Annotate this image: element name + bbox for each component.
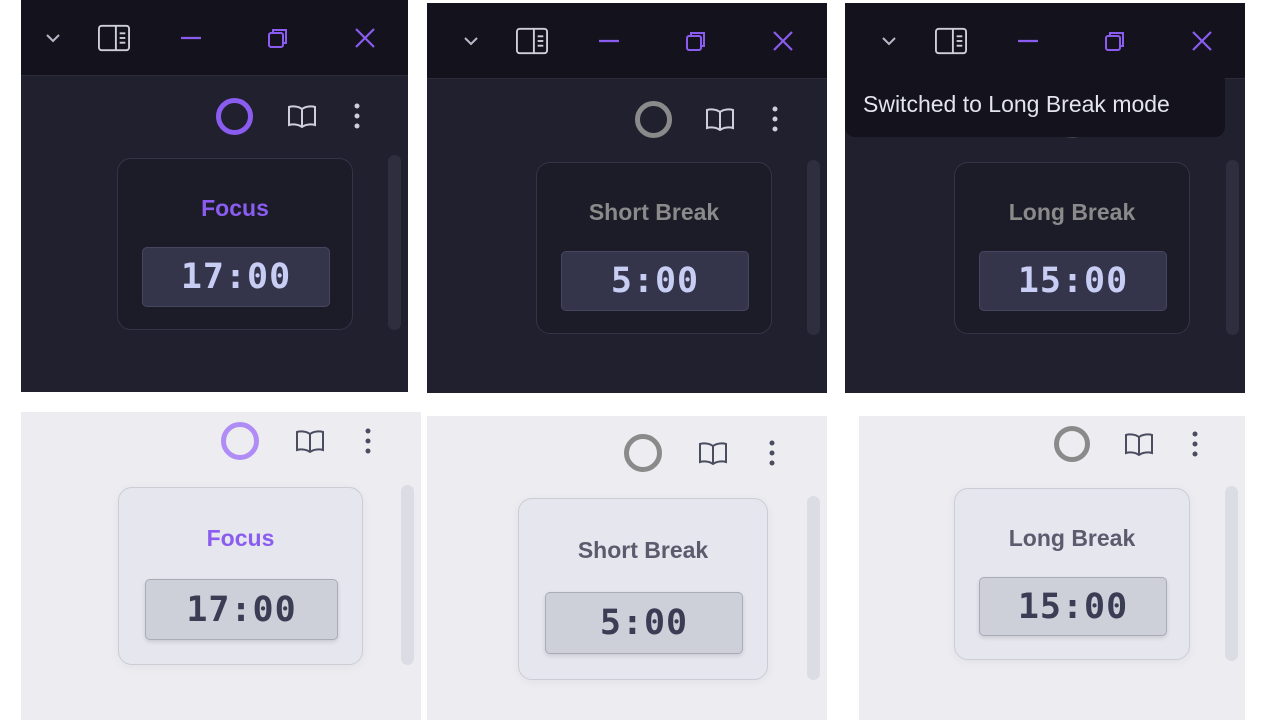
time-display[interactable]: 15:00: [979, 577, 1167, 636]
sidebar-toggle-icon[interactable]: [935, 25, 967, 57]
scrollbar[interactable]: [388, 155, 401, 330]
close-icon[interactable]: [349, 22, 381, 54]
restore-icon[interactable]: [1099, 25, 1131, 57]
chevron-down-icon[interactable]: [455, 25, 487, 57]
timer-card: Long Break 15:00: [954, 488, 1190, 660]
panel-dark-short-break: Short Break 5:00: [427, 3, 827, 393]
mode-label: Long Break: [1008, 525, 1136, 551]
mode-switch-toast: Switched to Long Break mode: [845, 71, 1225, 137]
title-bar: [21, 0, 408, 76]
title-bar: [845, 3, 1245, 79]
more-vertical-icon[interactable]: [752, 433, 792, 473]
chevron-down-icon[interactable]: [873, 25, 905, 57]
time-display[interactable]: 15:00: [979, 251, 1167, 311]
timer-card: Short Break 5:00: [536, 162, 772, 334]
minimize-icon[interactable]: [175, 22, 207, 54]
panel-light-focus: Focus 17:00: [21, 412, 421, 720]
mode-label: Focus: [206, 525, 275, 551]
panel-dark-long-break: Switched to Long Break mode Long Break 1…: [845, 3, 1245, 393]
panel-light-short-break: Short Break 5:00: [427, 416, 827, 720]
time-display[interactable]: 5:00: [545, 592, 743, 654]
sidebar-toggle-icon[interactable]: [516, 25, 548, 57]
minimize-icon[interactable]: [593, 25, 625, 57]
minimize-icon[interactable]: [1012, 25, 1044, 57]
mode-label: Long Break: [1008, 199, 1136, 225]
book-icon[interactable]: [700, 99, 740, 139]
book-icon[interactable]: [282, 96, 322, 136]
scrollbar[interactable]: [807, 496, 820, 680]
chevron-down-icon[interactable]: [37, 22, 69, 54]
restore-icon[interactable]: [262, 22, 294, 54]
book-icon[interactable]: [693, 433, 733, 473]
scrollbar[interactable]: [807, 160, 820, 335]
mode-label: Focus: [201, 195, 269, 221]
timer-card: Focus 17:00: [118, 487, 363, 665]
time-display[interactable]: 17:00: [142, 247, 330, 307]
more-vertical-icon[interactable]: [755, 99, 795, 139]
close-icon[interactable]: [1186, 25, 1218, 57]
scrollbar[interactable]: [1225, 486, 1238, 661]
title-bar: [427, 3, 827, 79]
more-vertical-icon[interactable]: [337, 96, 377, 136]
timer-ring-icon[interactable]: [220, 421, 260, 461]
more-vertical-icon[interactable]: [1175, 424, 1215, 464]
more-vertical-icon[interactable]: [348, 421, 388, 461]
scrollbar[interactable]: [1226, 160, 1239, 335]
timer-ring-icon[interactable]: [1052, 424, 1092, 464]
time-display[interactable]: 5:00: [561, 251, 749, 311]
sidebar-toggle-icon[interactable]: [98, 22, 130, 54]
timer-ring-icon[interactable]: [633, 99, 673, 139]
time-display[interactable]: 17:00: [145, 579, 338, 640]
timer-ring-icon[interactable]: [214, 96, 254, 136]
restore-icon[interactable]: [680, 25, 712, 57]
panel-dark-focus: Focus 17:00: [21, 0, 408, 392]
mode-label: Short Break: [577, 537, 709, 563]
panel-light-long-break: Long Break 15:00: [859, 416, 1245, 720]
close-icon[interactable]: [767, 25, 799, 57]
book-icon[interactable]: [1119, 424, 1159, 464]
timer-card: Short Break 5:00: [518, 498, 768, 680]
mode-label: Short Break: [588, 199, 720, 225]
book-icon[interactable]: [290, 421, 330, 461]
timer-card: Focus 17:00: [117, 158, 353, 330]
timer-card: Long Break 15:00: [954, 162, 1190, 334]
scrollbar[interactable]: [401, 485, 414, 665]
timer-ring-icon[interactable]: [623, 433, 663, 473]
